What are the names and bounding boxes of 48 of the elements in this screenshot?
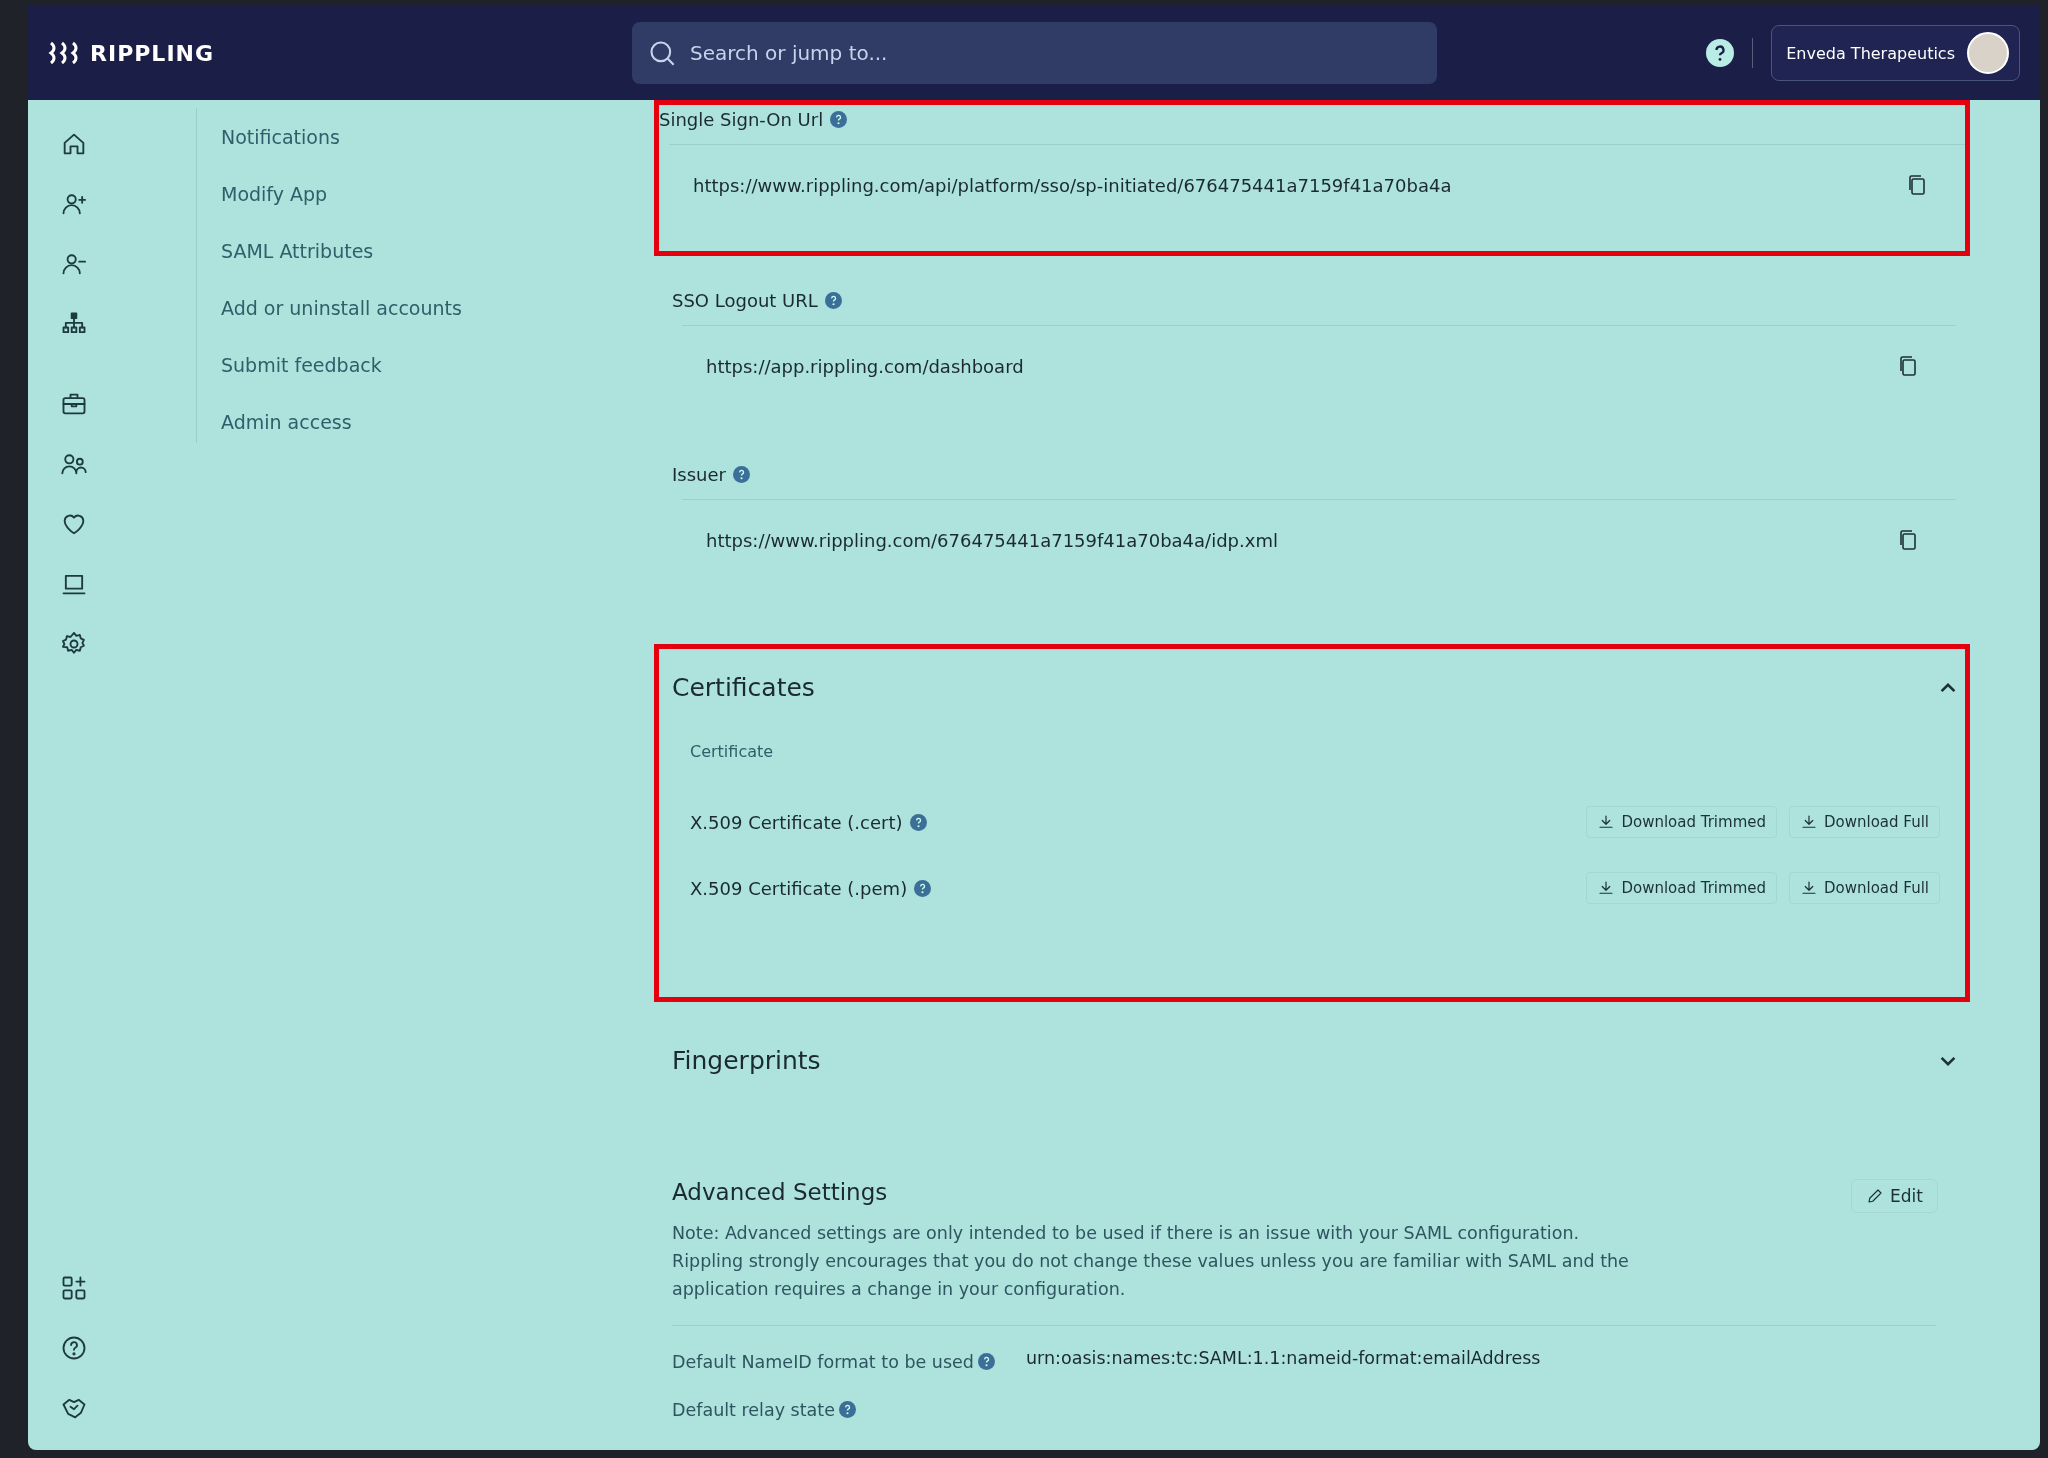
info-icon[interactable] — [824, 292, 842, 309]
certificate-name: X.509 Certificate (.cert) — [690, 811, 903, 833]
certificate-name: X.509 Certificate (.pem) — [690, 877, 908, 899]
section-title: Certificates — [672, 673, 815, 702]
subnav-link[interactable]: Admin access — [221, 411, 650, 433]
url-value: https://www.rippling.com/676475441a7159f41a70ba4a/idp.xml — [706, 529, 1278, 551]
search-field[interactable]: Search or jump to... — [632, 22, 1437, 84]
download-icon — [1597, 879, 1616, 897]
url-value: https://www.rippling.com/api/platform/sso/sp-initiated/676475441a7159f41a70ba4a — [693, 174, 1452, 196]
section-title: Advanced Settings — [672, 1179, 888, 1205]
field-label: SSO Logout URL — [672, 290, 818, 311]
download-icon — [1800, 879, 1818, 897]
collapse-icon — [1940, 682, 1956, 693]
download-icon — [1800, 813, 1818, 831]
download-icon — [1597, 813, 1616, 831]
note-text: Note: Advanced settings are only intended to be used if there is an issue with your SAML configuration. Rippling strongly encourages that you do not change these values unless you are familiar with SAML and the application requires a change in your configuration. — [672, 1222, 1630, 1301]
info-icon[interactable] — [914, 879, 932, 897]
download-button[interactable]: Download Full — [1789, 872, 1940, 904]
info-icon[interactable] — [830, 111, 848, 128]
info-icon[interactable] — [977, 1353, 995, 1370]
download-button[interactable]: Download Trimmed — [1586, 806, 1777, 838]
field-label: Single Sign-On Url — [659, 109, 824, 130]
logo-text: RIPPLING — [90, 40, 215, 66]
subnav-link[interactable]: Notifications — [221, 126, 650, 148]
setting-label: Default relay state — [672, 1400, 835, 1420]
info-icon[interactable] — [909, 813, 927, 831]
expand-icon — [1940, 1055, 1956, 1066]
download-button[interactable]: Download Trimmed — [1586, 872, 1777, 904]
url-value: https://app.rippling.com/dashboard — [706, 355, 1024, 377]
download-button[interactable]: Download Full — [1789, 806, 1940, 838]
setting-label: Default NameID format to be used — [672, 1352, 974, 1372]
subnav-link[interactable]: Submit feedback — [221, 354, 650, 376]
edit-button[interactable]: Edit — [1851, 1179, 1938, 1213]
info-icon[interactable] — [838, 1401, 856, 1418]
subnav-link[interactable]: Add or uninstall accounts — [221, 297, 650, 319]
help-icon[interactable] — [60, 1334, 88, 1362]
apps-add-icon[interactable] — [60, 1274, 88, 1302]
field-label: Issuer — [672, 464, 726, 485]
column-header: Certificate — [690, 742, 775, 761]
company-switcher[interactable]: Enveda Therapeutics — [1771, 25, 2020, 81]
help-icon[interactable] — [1706, 39, 1735, 67]
subnav-link[interactable]: Modify App — [221, 183, 650, 205]
avatar — [1967, 32, 2009, 74]
section-title: Fingerprints — [672, 1046, 821, 1075]
subnav-link[interactable]: SAML Attributes — [221, 240, 650, 262]
setting-value: urn:oasis:names:tc:SAML:1.1:nameid-format:emailAddress — [1026, 1348, 1542, 1370]
info-icon[interactable] — [732, 466, 750, 483]
search-icon — [648, 39, 676, 67]
